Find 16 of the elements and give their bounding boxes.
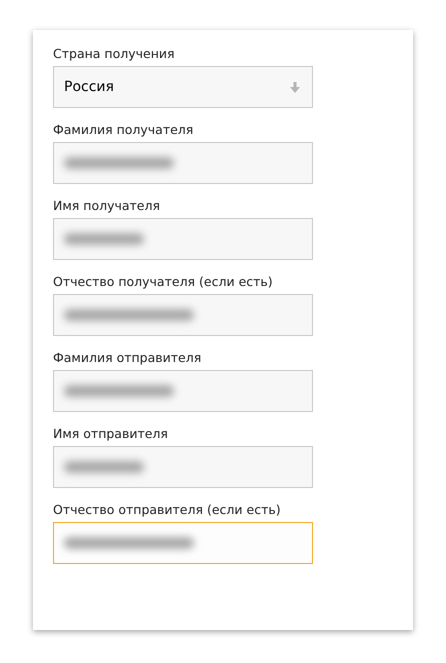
field-label: Отчество отправителя (если есть) — [53, 501, 282, 518]
field-label: Отчество получателя (если есть) — [53, 273, 274, 290]
field-label: Фамилия отправителя — [53, 349, 202, 366]
input-field[interactable] — [53, 522, 313, 564]
country-select[interactable]: Россия — [53, 66, 313, 108]
field-label: Фамилия получателя — [53, 121, 194, 138]
field-label: Страна получения — [53, 45, 176, 62]
select-value: Россия — [64, 79, 115, 95]
input-field[interactable] — [53, 370, 313, 412]
down-arrow-icon — [290, 82, 300, 92]
field-label: Имя отправителя — [53, 425, 169, 442]
field-label: Имя получателя — [53, 197, 162, 214]
input-field[interactable] — [53, 294, 313, 336]
input-field[interactable] — [53, 446, 313, 488]
input-field[interactable] — [53, 218, 313, 260]
input-field[interactable] — [53, 142, 313, 184]
